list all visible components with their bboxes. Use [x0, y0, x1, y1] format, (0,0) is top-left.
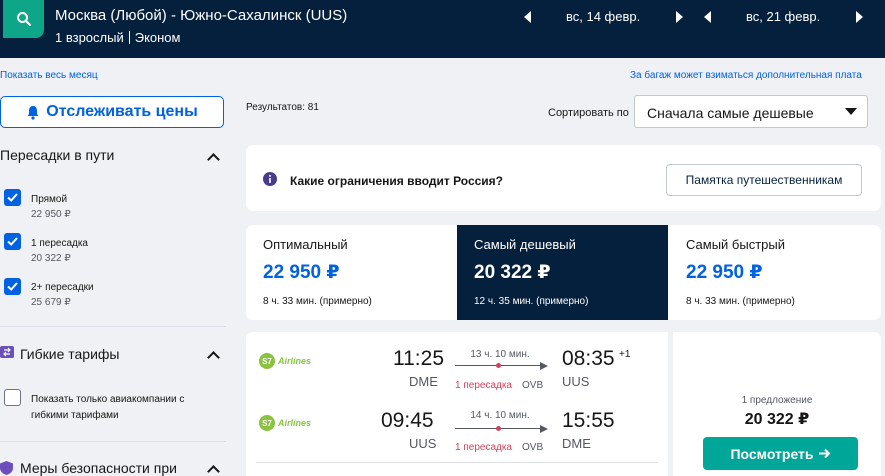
- inbound-duration: 14 ч. 10 мин.: [470, 410, 530, 421]
- tab-cheapest-name: Самый дешевый: [474, 237, 576, 252]
- checkmark-icon: [7, 282, 18, 291]
- tab-cheapest-price: 20 322 ₽: [474, 262, 551, 283]
- stops-two-plus-label: 2+ пересадки: [31, 282, 94, 293]
- inbound-departure-time: 09:45: [381, 409, 434, 432]
- sort-label: Сортировать по: [548, 107, 629, 119]
- search-button[interactable]: [3, 0, 44, 38]
- card-divider: [256, 462, 658, 463]
- stops-filter-title[interactable]: Пересадки в пути: [0, 147, 114, 163]
- airline-logo: S7 Airlines: [259, 353, 311, 369]
- sort-select[interactable]: Сначала самые дешевые: [634, 95, 868, 128]
- stop-dot: [496, 426, 501, 431]
- tab-optimal-name: Оптимальный: [263, 237, 348, 252]
- inbound-stop-airport: OVB: [522, 442, 544, 453]
- search-icon: [16, 12, 31, 26]
- tab-fastest-duration: 8 ч. 33 мин. (примерно): [686, 296, 795, 307]
- inbound-arrival-time: 15:55: [562, 409, 615, 432]
- stops-direct-checkbox[interactable]: [4, 189, 21, 206]
- cabin-label: Эконом: [134, 30, 181, 45]
- flexible-fares-option-line2: гибкими тарифами: [31, 410, 119, 421]
- checkmark-icon: [7, 237, 18, 246]
- safety-measures-title[interactable]: Меры безопасности при: [20, 460, 177, 476]
- tab-fastest-price: 22 950 ₽: [686, 262, 763, 283]
- search-summary-header: Москва (Любой) - Южно-Сахалинск (UUS) 1 …: [0, 0, 885, 58]
- stops-one-checkbox[interactable]: [4, 233, 21, 250]
- inbound-departure-airport: UUS: [409, 436, 437, 451]
- stops-one-label: 1 пересадка: [31, 238, 88, 249]
- arrow-right-icon: [818, 448, 830, 459]
- prev-return-date-icon[interactable]: [704, 11, 711, 23]
- flexible-fare-icon: [0, 346, 14, 358]
- plane-icon: [540, 425, 548, 433]
- sidebar-divider: [0, 326, 226, 327]
- outbound-arrival-airport: UUS: [562, 374, 590, 389]
- sidebar-divider: [0, 441, 226, 442]
- info-icon: [263, 172, 277, 186]
- tab-fastest[interactable]: Самый быстрый 22 950 ₽ 8 ч. 33 мин. (при…: [669, 225, 881, 320]
- passenger-cabin-summary[interactable]: 1 взрослый Эконом: [55, 30, 180, 45]
- tab-optimal-duration: 8 ч. 33 мин. (примерно): [263, 296, 372, 307]
- stop-dot: [496, 363, 501, 368]
- tab-cheapest[interactable]: Самый дешевый 20 322 ₽ 12 ч. 35 мин. (пр…: [457, 225, 668, 320]
- collapse-safety-icon[interactable]: [207, 465, 220, 476]
- view-deal-button[interactable]: Посмотреть: [703, 437, 858, 470]
- prev-depart-date-icon[interactable]: [524, 11, 531, 23]
- inbound-stops: 1 пересадка: [455, 442, 512, 453]
- track-prices-button[interactable]: Отслеживать цены: [0, 96, 224, 128]
- travel-restrictions-card: Какие ограничения вводит Россия? Памятка…: [246, 145, 881, 211]
- outbound-duration: 13 ч. 10 мин.: [470, 349, 530, 360]
- tab-fastest-name: Самый быстрый: [686, 237, 785, 252]
- sort-select-value: Сначала самые дешевые: [647, 105, 814, 121]
- outbound-departure-airport: DME: [409, 374, 438, 389]
- show-month-link[interactable]: Показать весь месяц: [0, 70, 98, 81]
- tab-cheapest-duration: 12 ч. 35 мин. (примерно): [474, 296, 589, 307]
- route-title[interactable]: Москва (Любой) - Южно-Сахалинск (UUS): [55, 7, 347, 24]
- baggage-fee-link[interactable]: За багаж может взиматься дополнительная …: [630, 70, 862, 81]
- results-count: Результатов: 81: [246, 102, 319, 113]
- stops-one-price: 20 322 ₽: [31, 253, 71, 264]
- sort-tabs: Оптимальный 22 950 ₽ 8 ч. 33 мин. (приме…: [246, 225, 881, 320]
- offers-count: 1 предложение: [741, 395, 813, 406]
- flexible-fares-option-line1: Показать только авиакомпании с: [31, 394, 185, 405]
- s7-logo-icon: S7: [259, 353, 275, 369]
- bell-icon: [27, 105, 39, 120]
- airline-name: Airlines: [278, 356, 312, 366]
- tab-optimal[interactable]: Оптимальный 22 950 ₽ 8 ч. 33 мин. (приме…: [246, 225, 457, 320]
- passengers-label: 1 взрослый: [55, 30, 124, 45]
- restrictions-question: Какие ограничения вводит Россия?: [290, 174, 503, 188]
- shield-icon: [0, 461, 13, 475]
- outbound-stops: 1 пересадка: [455, 380, 512, 391]
- s7-logo-icon: S7: [259, 415, 275, 431]
- view-deal-label: Посмотреть: [730, 445, 814, 462]
- chevron-down-icon: [845, 108, 857, 115]
- separator: [128, 31, 130, 44]
- outbound-arrival-time: 08:35: [562, 347, 615, 370]
- next-depart-date-icon[interactable]: [676, 11, 683, 23]
- flexible-fares-title[interactable]: Гибкие тарифы: [20, 346, 119, 362]
- collapse-flexible-fares-icon[interactable]: [207, 351, 220, 364]
- depart-date[interactable]: вс, 14 февр.: [566, 9, 640, 24]
- flight-price: 20 322 ₽: [744, 411, 810, 428]
- airline-logo: S7 Airlines: [259, 415, 311, 431]
- traveller-memo-button[interactable]: Памятка путешественникам: [666, 164, 862, 196]
- next-return-date-icon[interactable]: [856, 11, 863, 23]
- stops-direct-price: 22 950 ₽: [31, 209, 71, 220]
- flexible-fares-checkbox[interactable]: [4, 389, 21, 406]
- collapse-stops-icon[interactable]: [207, 153, 220, 166]
- outbound-arrival-day-offset: +1: [619, 349, 631, 360]
- plane-icon: [540, 362, 548, 370]
- checkmark-icon: [7, 193, 18, 202]
- tab-optimal-price: 22 950 ₽: [263, 262, 340, 283]
- outbound-stop-airport: OVB: [522, 380, 544, 391]
- track-prices-label: Отслеживать цены: [46, 103, 198, 120]
- stops-direct-label: Прямой: [31, 194, 68, 205]
- flight-result-card[interactable]: S7 Airlines 11:25 DME 13 ч. 10 мин. 1 пе…: [246, 332, 668, 476]
- outbound-departure-time: 11:25: [393, 347, 444, 370]
- return-date[interactable]: вс, 21 февр.: [746, 9, 820, 24]
- stops-two-plus-price: 25 679 ₽: [31, 297, 71, 308]
- airline-name: Airlines: [278, 418, 312, 428]
- inbound-arrival-airport: DME: [562, 436, 591, 451]
- price-panel: 1 предложение 20 322 ₽ Посмотреть: [673, 332, 881, 476]
- stops-two-plus-checkbox[interactable]: [4, 278, 21, 295]
